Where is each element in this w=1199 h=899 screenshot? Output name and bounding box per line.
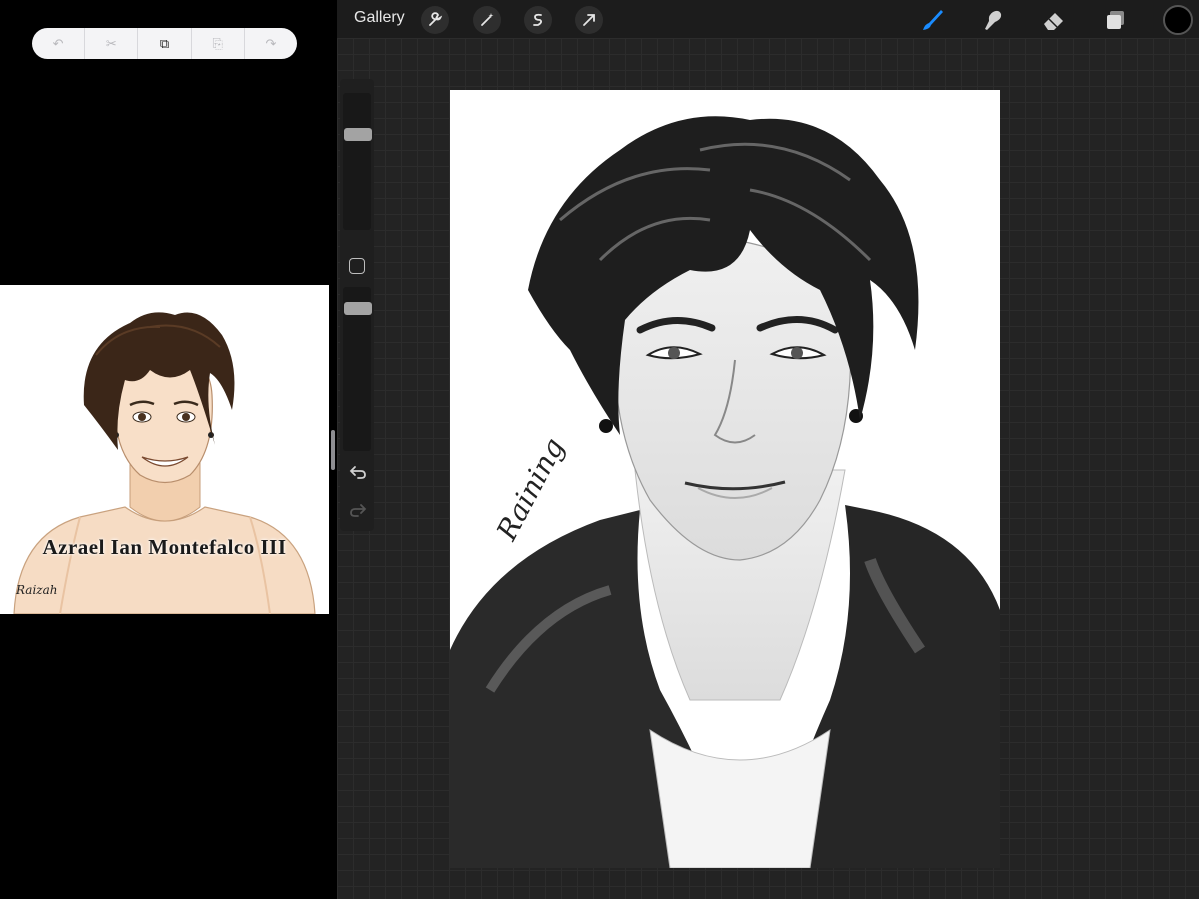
transform-button[interactable] xyxy=(575,6,603,34)
eraser-icon xyxy=(1044,13,1063,30)
cut-button[interactable]: ✂ xyxy=(85,28,139,59)
wrench-icon xyxy=(429,12,443,26)
sidebar xyxy=(340,79,374,531)
brush-button[interactable] xyxy=(917,5,947,35)
selection-button[interactable] xyxy=(524,6,552,34)
gallery-button[interactable]: Gallery xyxy=(354,9,405,27)
opacity-thumb[interactable] xyxy=(344,302,372,315)
paste-button[interactable]: ⎘ xyxy=(192,28,245,59)
brush-icon xyxy=(923,10,943,30)
redo-icon: ↷ xyxy=(265,35,277,51)
redo-icon[interactable] xyxy=(349,501,367,519)
opacity-slider[interactable] xyxy=(343,287,372,451)
smudge-icon xyxy=(985,10,1002,30)
smudge-button[interactable] xyxy=(977,5,1007,35)
selection-icon xyxy=(533,13,543,26)
adjustments-button[interactable] xyxy=(473,6,501,34)
copy-icon: ⧉ xyxy=(159,35,170,51)
layers-button[interactable] xyxy=(1101,5,1131,35)
color-picker-button[interactable] xyxy=(1163,5,1193,35)
paste-icon: ⎘ xyxy=(212,35,223,51)
undo-icon: ↶ xyxy=(52,35,64,51)
top-toolbar: Gallery xyxy=(337,0,1199,38)
brush-size-slider[interactable] xyxy=(343,93,372,230)
reference-caption: Azrael Ian Montefalco III xyxy=(42,535,287,559)
reference-signature: Raizah xyxy=(16,583,58,597)
split-divider-handle[interactable] xyxy=(331,430,335,470)
edit-toolbar: ↶ ✂ ⧉ ⎘ ↷ xyxy=(32,28,297,59)
split-view-left-pane: ↶ ✂ ⧉ ⎘ ↷ Azrael Ian Montefalco III Raiz… xyxy=(0,0,337,899)
reference-portrait-illustration xyxy=(13,312,316,614)
canvas-area[interactable]: Raining xyxy=(337,38,1199,899)
brush-size-thumb[interactable] xyxy=(344,128,372,141)
layers-icon xyxy=(1107,11,1124,29)
redo-button[interactable]: ↷ xyxy=(245,28,297,59)
artwork-canvas[interactable]: Raining xyxy=(450,90,1000,868)
actions-button[interactable] xyxy=(421,6,449,34)
cut-icon: ✂ xyxy=(105,35,117,51)
undo-button[interactable]: ↶ xyxy=(32,28,86,59)
procreate-app: Raining Gallery xyxy=(337,0,1199,899)
reference-image[interactable]: Azrael Ian Montefalco III Raizah xyxy=(0,285,329,614)
eraser-button[interactable] xyxy=(1039,5,1069,35)
copy-button[interactable]: ⧉ xyxy=(138,28,192,59)
undo-icon[interactable] xyxy=(349,463,367,481)
magic-wand-icon xyxy=(481,13,494,26)
modify-button[interactable] xyxy=(349,258,365,274)
transform-arrow-icon xyxy=(583,14,595,26)
